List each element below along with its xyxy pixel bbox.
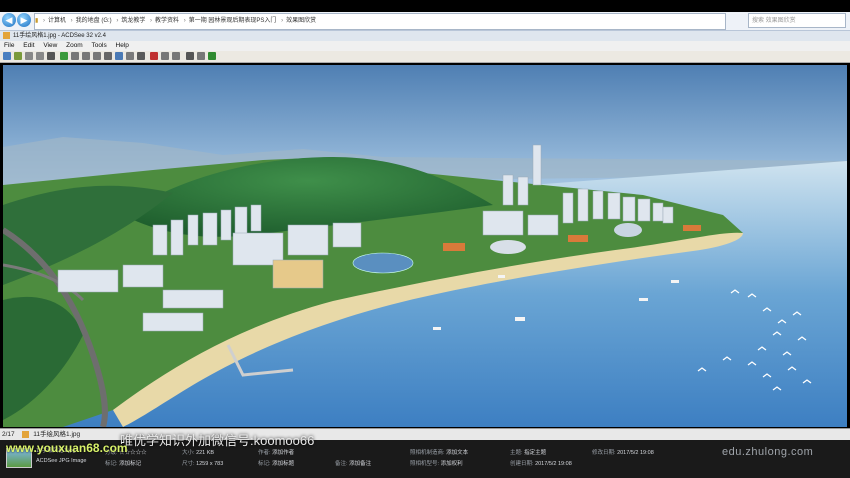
- menu-edit[interactable]: Edit: [23, 42, 34, 49]
- info-keywords[interactable]: 标记: 添加标题: [258, 459, 294, 467]
- menu-help[interactable]: Help: [116, 42, 129, 49]
- file-icon: [22, 430, 30, 438]
- breadcrumb[interactable]: ▮ › 计算机 › 我的地盘 (G:) › 筑龙教学 › 教学资料 › 第一期 园林景观后…: [34, 13, 726, 30]
- rotate-right-icon[interactable]: [172, 52, 180, 60]
- info-dimensions: 尺寸: 1259 x 783: [182, 461, 224, 467]
- copy-icon[interactable]: [137, 52, 145, 60]
- info-camera[interactable]: 照相机型号: 添加权利: [410, 459, 463, 467]
- breadcrumb-item[interactable]: 计算机: [48, 18, 66, 24]
- settings-icon[interactable]: [197, 52, 205, 60]
- print-icon[interactable]: [104, 52, 112, 60]
- breadcrumb-item[interactable]: 我的地盘 (G:): [76, 18, 112, 24]
- video-watermark-text: 唯优学知识外加微信号:koomoo66: [120, 433, 315, 448]
- back-arrow-icon[interactable]: ◀: [2, 13, 16, 27]
- info-notes[interactable]: 备注: 添加备注: [335, 459, 371, 467]
- video-watermark-site: www.youxuan68.com: [6, 441, 128, 455]
- page-counter: 2/17: [2, 431, 15, 438]
- toolbar: [0, 51, 850, 63]
- menu-zoom[interactable]: Zoom: [66, 42, 83, 49]
- explorer-address-bar: ◀ ▶ ▮ › 计算机 › 我的地盘 (G:) › 筑龙教学 › 教学资料 › 第一期 园…: [0, 12, 850, 31]
- menu-tools[interactable]: Tools: [92, 42, 107, 49]
- info-comment[interactable]: 照相机制造商: 添加文本: [410, 448, 468, 456]
- site-logo: edu.zhulong.com: [722, 446, 814, 458]
- breadcrumb-item[interactable]: 教学资料: [155, 18, 179, 24]
- breadcrumb-item[interactable]: 筑龙教学: [121, 18, 145, 24]
- info-modified: 修改日期: 2017/5/2 19:08: [592, 450, 654, 456]
- status-filename: 11手绘风格1.jpg: [33, 431, 81, 438]
- info-author[interactable]: 作者: 添加作者: [258, 448, 294, 456]
- save-icon[interactable]: [47, 52, 55, 60]
- info-subject[interactable]: 主题: 指定主题: [510, 448, 546, 456]
- rotate-left-icon[interactable]: [161, 52, 169, 60]
- search-input[interactable]: 搜索 效果图欣赏: [748, 13, 846, 28]
- forward-arrow-icon[interactable]: ▶: [17, 13, 31, 27]
- menu-view[interactable]: View: [43, 42, 57, 49]
- zoom-in-icon[interactable]: [71, 52, 79, 60]
- folder-icon: ▮: [35, 18, 39, 24]
- info-created: 创建日期: 2017/5/2 19:08: [510, 461, 572, 467]
- email-icon[interactable]: [115, 52, 123, 60]
- delete-icon[interactable]: [150, 52, 158, 60]
- breadcrumb-item[interactable]: 效果图欣赏: [286, 18, 316, 24]
- fit-icon[interactable]: [93, 52, 101, 60]
- previous-icon[interactable]: [25, 52, 33, 60]
- info-tag[interactable]: 标记: 添加标记: [105, 459, 141, 467]
- refresh-icon[interactable]: [60, 52, 68, 60]
- acdsee-icon: [3, 31, 10, 39]
- window-title: 11手绘风格1.jpg - ACDSee 32 v2.4: [13, 33, 106, 39]
- open-icon[interactable]: [14, 52, 22, 60]
- zoom-out-icon[interactable]: [82, 52, 90, 60]
- breadcrumb-item[interactable]: 第一期 园林景观后期表现PS入门: [189, 18, 277, 24]
- letterbox-top: [0, 0, 850, 12]
- info-file-type: ACDSee JPG Image: [36, 458, 87, 464]
- next-icon[interactable]: [36, 52, 44, 60]
- info-size: 大小: 221 KB: [182, 450, 215, 456]
- app-title-bar: 11手绘风格1.jpg - ACDSee 32 v2.4: [0, 31, 850, 41]
- slideshow-icon[interactable]: [126, 52, 134, 60]
- properties-icon[interactable]: [186, 52, 194, 60]
- browse-icon[interactable]: [3, 52, 11, 60]
- menu-bar: File Edit View Zoom Tools Help: [0, 41, 850, 51]
- image-viewport[interactable]: [0, 63, 850, 428]
- tag-icon[interactable]: [208, 52, 216, 60]
- aerial-city-rendering: [3, 65, 847, 427]
- menu-file[interactable]: File: [4, 42, 14, 49]
